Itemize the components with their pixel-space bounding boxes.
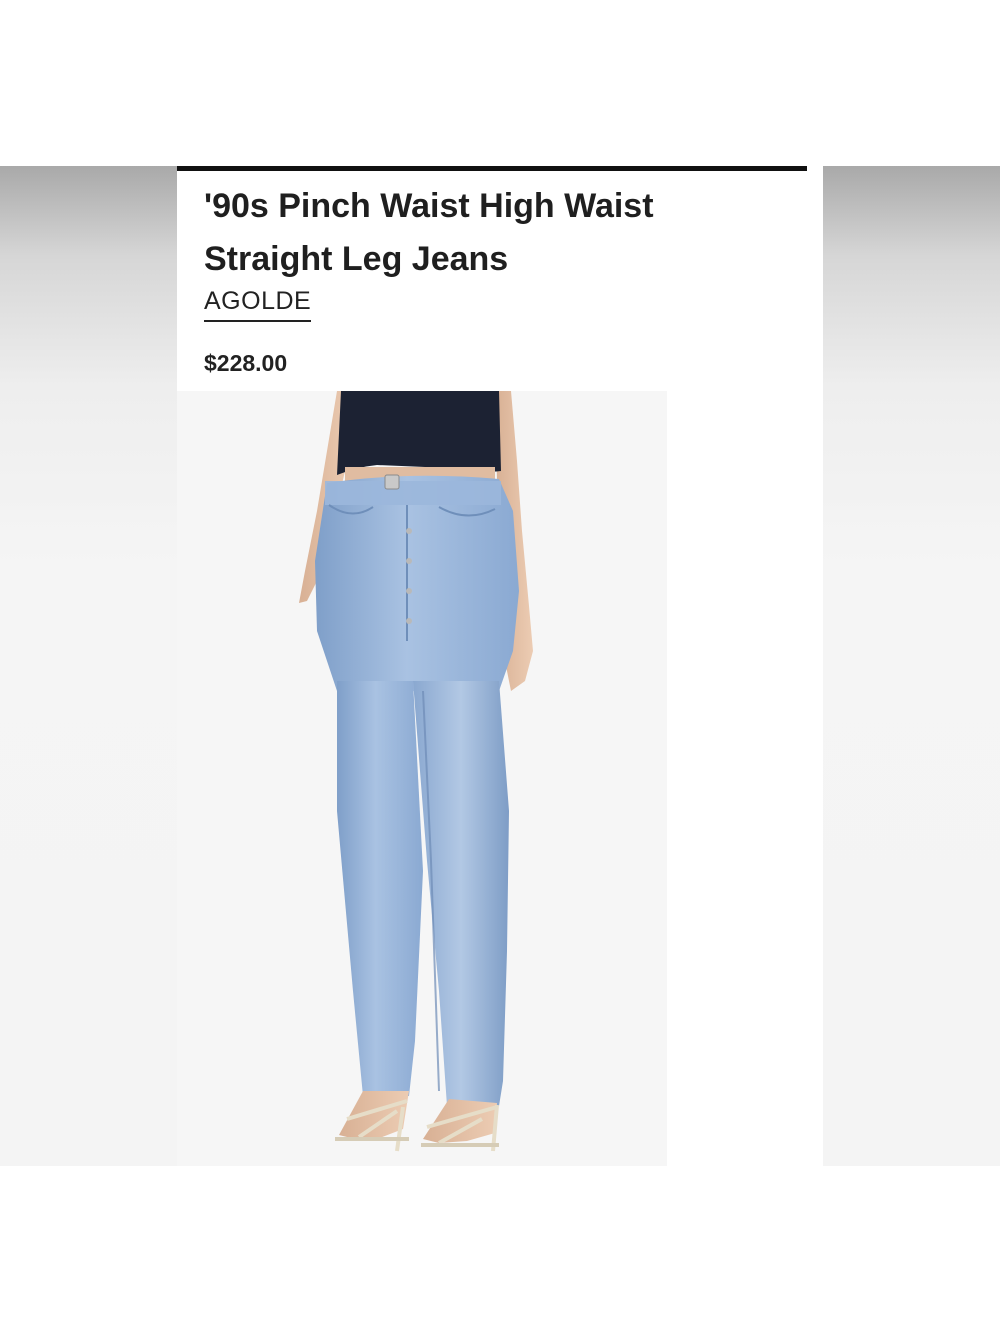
left-leg (337, 681, 423, 1096)
right-foot (423, 1099, 497, 1143)
product-title: '90s Pinch Waist High Waist Straight Leg… (204, 187, 654, 278)
product-image[interactable] (177, 391, 667, 1166)
navy-top (337, 391, 501, 475)
product-price: $228.00 (204, 350, 288, 376)
brand-link[interactable]: AGOLDE (204, 286, 312, 322)
header-divider (177, 166, 807, 171)
image-margin (667, 391, 823, 1166)
right-leg (413, 681, 509, 1106)
jeans-body (315, 475, 519, 691)
model-jeans-illustration (299, 391, 533, 1152)
